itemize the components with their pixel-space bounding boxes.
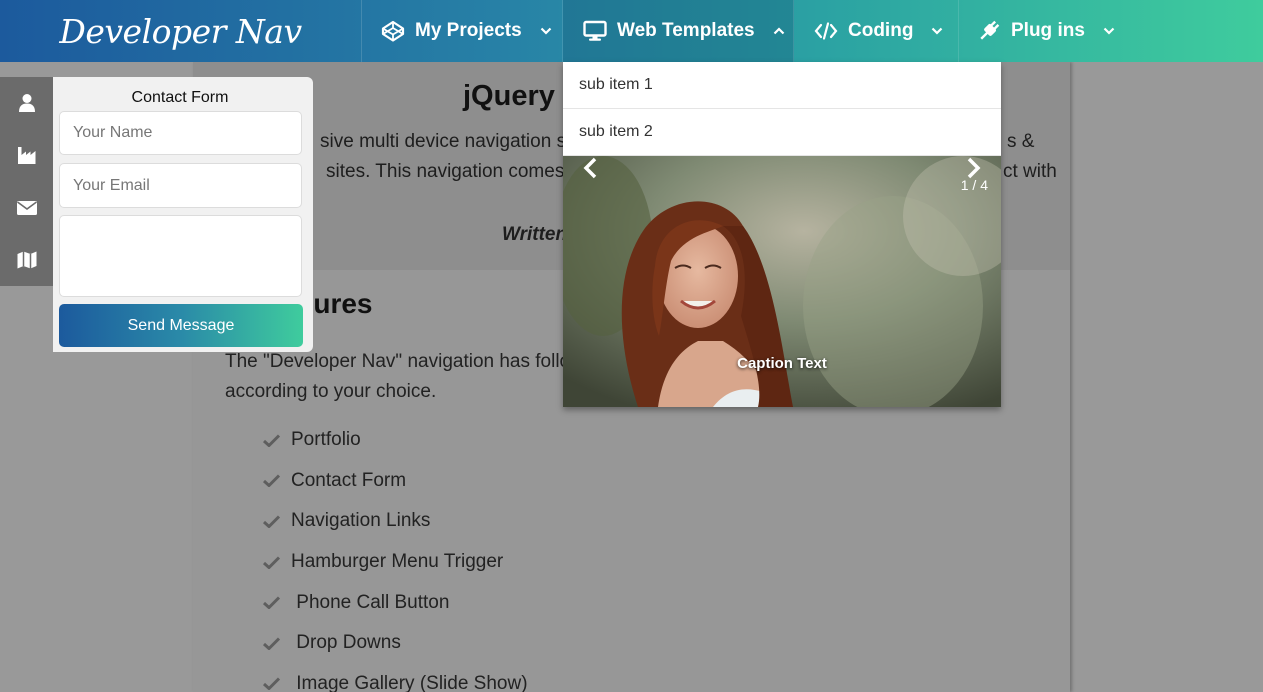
brand-logo[interactable]: Developer Nav bbox=[0, 0, 362, 62]
check-icon bbox=[263, 434, 280, 447]
sidebar-item-map[interactable] bbox=[0, 234, 53, 286]
sidebar-item-industry[interactable] bbox=[0, 129, 53, 181]
list-item: Image Gallery (Slide Show) bbox=[263, 664, 528, 692]
features-intro-line1: The "Developer Nav" navigation has follo… bbox=[225, 351, 589, 372]
list-item: Drop Downs bbox=[263, 623, 528, 664]
nav-item-plug-ins[interactable]: Plug ins bbox=[959, 0, 1129, 62]
list-item: Portfolio bbox=[263, 420, 528, 461]
envelope-icon bbox=[16, 200, 37, 215]
check-icon bbox=[263, 596, 280, 610]
chevron-down-icon bbox=[540, 27, 552, 35]
list-item: Phone Call Button bbox=[263, 582, 528, 623]
nav-item-my-projects[interactable]: My Projects bbox=[362, 0, 563, 62]
article-text-line2: sites. This navigation comes wit bbox=[326, 161, 593, 182]
feature-label: Hamburger Menu Trigger bbox=[291, 551, 504, 573]
message-textarea[interactable] bbox=[59, 215, 302, 297]
map-icon bbox=[17, 251, 36, 269]
nav-item-coding[interactable]: Coding bbox=[794, 0, 959, 62]
gallery-caption: Caption Text bbox=[737, 355, 827, 372]
nav-label: Web Templates bbox=[617, 20, 755, 41]
check-icon bbox=[263, 677, 280, 691]
feature-label: Image Gallery (Slide Show) bbox=[291, 672, 528, 692]
user-icon bbox=[18, 94, 35, 113]
side-toolbar bbox=[0, 77, 53, 286]
name-input[interactable] bbox=[59, 111, 302, 155]
list-item: Navigation Links bbox=[263, 501, 528, 542]
web-templates-dropdown: sub item 1 sub item 2 1 / 4 Caption Text bbox=[563, 62, 1001, 407]
chevron-left-icon[interactable] bbox=[581, 156, 601, 180]
email-input[interactable] bbox=[59, 163, 302, 208]
contact-form-title: Contact Form bbox=[131, 89, 229, 106]
desktop-icon bbox=[583, 20, 607, 42]
dropdown-item-sub-2[interactable]: sub item 2 bbox=[563, 109, 1001, 156]
sidebar-item-envelope[interactable] bbox=[0, 182, 53, 234]
dropdown-item-sub-1[interactable]: sub item 1 bbox=[563, 62, 1001, 109]
check-icon bbox=[263, 637, 280, 650]
article-author: Written bbox=[502, 224, 568, 245]
image-gallery[interactable]: 1 / 4 Caption Text bbox=[563, 156, 1001, 407]
chevron-up-icon bbox=[773, 27, 785, 35]
features-intro-line2: according to your choice. bbox=[225, 381, 437, 402]
code-icon bbox=[814, 20, 838, 42]
feature-label: Portfolio bbox=[291, 429, 361, 451]
codepen-icon bbox=[381, 20, 405, 42]
contact-form-panel: Contact Form Send Message bbox=[53, 77, 313, 352]
chevron-right-icon[interactable] bbox=[963, 156, 983, 180]
check-icon bbox=[263, 556, 280, 569]
article-text-line1-end: s & bbox=[1007, 131, 1035, 152]
feature-label: Phone Call Button bbox=[291, 591, 450, 613]
nav-label: Coding bbox=[848, 20, 914, 41]
send-message-button[interactable]: Send Message bbox=[59, 304, 303, 347]
feature-label: Contact Form bbox=[291, 469, 407, 491]
feature-label: Drop Downs bbox=[291, 632, 401, 654]
sidebar-item-user[interactable] bbox=[0, 77, 53, 129]
article-text-line1: sive multi device navigation syst bbox=[320, 131, 591, 152]
top-nav: Developer Nav My Projects Web Templates … bbox=[0, 0, 1263, 62]
industry-icon bbox=[17, 147, 35, 165]
chevron-down-icon bbox=[931, 27, 943, 35]
nav-label: My Projects bbox=[415, 20, 522, 41]
article-text-line2-end: ct with bbox=[1003, 161, 1057, 182]
list-item: Hamburger Menu Trigger bbox=[263, 542, 528, 583]
chevron-down-icon bbox=[1103, 27, 1115, 35]
check-icon bbox=[263, 515, 280, 528]
plug-icon bbox=[977, 20, 1001, 42]
features-list: Portfolio Contact Form Navigation Links … bbox=[263, 420, 528, 692]
list-item: Contact Form bbox=[263, 461, 528, 502]
nav-label: Plug ins bbox=[1011, 20, 1085, 41]
feature-label: Navigation Links bbox=[291, 510, 431, 532]
nav-item-web-templates[interactable]: Web Templates bbox=[563, 0, 794, 62]
check-icon bbox=[263, 474, 280, 488]
